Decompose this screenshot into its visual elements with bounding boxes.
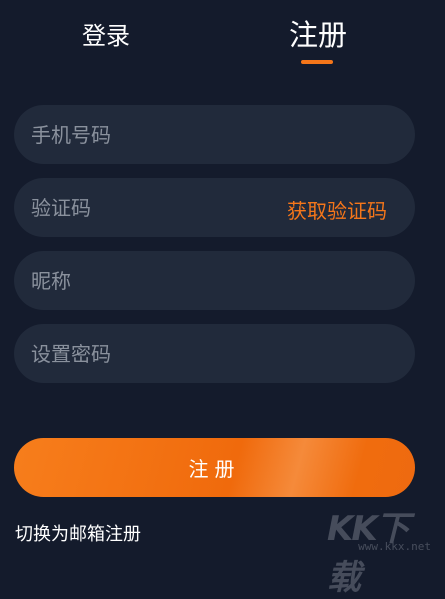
watermark: KK下载 www.kkx.net (327, 501, 437, 598)
password-field (14, 324, 415, 383)
get-code-button[interactable]: 获取验证码 (287, 195, 387, 224)
nickname-field (14, 251, 415, 310)
verification-code-input[interactable] (14, 178, 264, 237)
switch-to-email-register-link[interactable]: 切换为邮箱注册 (15, 520, 141, 546)
nickname-input[interactable] (14, 251, 415, 310)
active-tab-indicator (301, 60, 333, 64)
tab-register[interactable]: 注册 (289, 12, 347, 54)
watermark-url: www.kkx.net (358, 540, 431, 553)
phone-field (14, 105, 415, 164)
phone-input[interactable] (14, 105, 415, 164)
verification-code-field: 获取验证码 (14, 178, 415, 237)
auth-tabs: 登录 注册 (0, 0, 445, 70)
tab-login[interactable]: 登录 (82, 16, 130, 51)
password-input[interactable] (14, 324, 415, 383)
register-button[interactable]: 注册 (14, 438, 415, 497)
